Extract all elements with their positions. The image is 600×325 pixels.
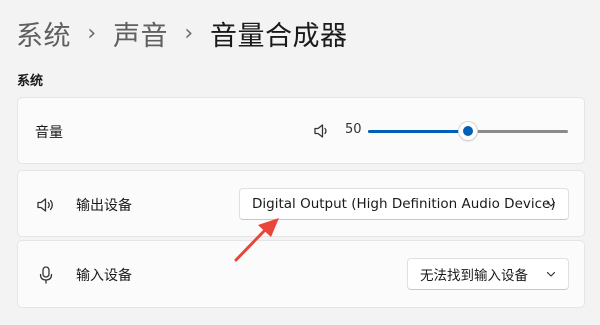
slider-thumb[interactable] <box>459 122 477 140</box>
breadcrumb-separator: › <box>184 20 194 46</box>
input-device-label: 输入设备 <box>76 268 132 284</box>
input-device-selected: 无法找到输入设备 <box>420 268 528 284</box>
chevron-down-icon <box>546 201 556 207</box>
input-device-dropdown[interactable]: 无法找到输入设备 <box>407 258 569 290</box>
microphone-icon <box>39 266 53 284</box>
output-device-label: 输出设备 <box>76 198 132 214</box>
breadcrumb-item-sound[interactable]: 声音 <box>113 14 168 53</box>
output-device-card: 输出设备 Digital Output (High Definition Aud… <box>17 170 585 237</box>
volume-label: 音量 <box>35 125 63 141</box>
speaker-icon[interactable] <box>313 122 331 140</box>
output-device-dropdown[interactable]: Digital Output (High Definition Audio De… <box>239 188 569 220</box>
breadcrumb-separator: › <box>87 20 97 46</box>
speaker-icon <box>37 198 53 212</box>
section-title: 系统 <box>17 74 44 89</box>
volume-value: 50 <box>345 122 362 137</box>
volume-slider[interactable] <box>368 122 568 140</box>
chevron-down-icon <box>546 271 556 277</box>
input-device-card: 输入设备 无法找到输入设备 <box>17 240 585 308</box>
page-title: 音量合成器 <box>210 20 348 52</box>
volume-card: 音量 50 <box>17 97 585 164</box>
output-device-selected: Digital Output (High Definition Audio De… <box>252 196 556 212</box>
breadcrumb: 系统 › 声音 › 音量合成器 <box>16 10 348 56</box>
slider-fill <box>368 130 468 133</box>
breadcrumb-item-system[interactable]: 系统 <box>16 14 71 53</box>
